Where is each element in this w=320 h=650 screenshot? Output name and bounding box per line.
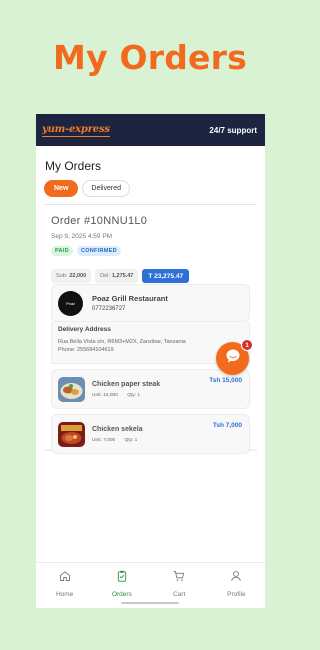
item-unit-price: Unit: 15,000 (92, 392, 118, 398)
order-item: Chicken paper steak Unit: 15,000 Qty: 1 … (51, 369, 250, 409)
home-indicator (121, 602, 179, 604)
subtotal-value: 22,000 (69, 273, 87, 279)
nav-profile-label: Profile (227, 591, 246, 598)
delivery-address-label: Delivery Address (58, 326, 111, 333)
item-price: Tsh 15,000 (209, 377, 242, 384)
restaurant-logo-text: Poaz (65, 300, 76, 306)
top-bar: yum-express 24/7 support (36, 114, 265, 146)
home-icon (59, 569, 71, 587)
support-link[interactable]: 24/7 support (209, 126, 257, 135)
grand-total-chip: T 23,275.47 (142, 269, 190, 283)
nav-home-label: Home (55, 591, 74, 598)
item-quantity: Qty: 1 (124, 437, 138, 443)
delivery-fee-label: Del: (100, 273, 110, 279)
clipboard-icon (116, 569, 128, 587)
order-status-tabs: New Delivered (44, 180, 265, 197)
order-totals: Sub: 22,000 Del: 1,275.47 T 23,275.47 (51, 269, 250, 283)
paid-badge: PAID (51, 246, 73, 256)
order-item: Chicken sekela Unit: 7,000 Qty: 1 Tsh 7,… (51, 414, 250, 454)
nav-home[interactable]: Home (36, 563, 93, 608)
chat-button[interactable]: 1 (216, 339, 253, 375)
app-logo[interactable]: yum-express (42, 124, 110, 137)
cart-icon (173, 569, 185, 587)
order-date: Sep 9, 2025 4:59 PM (51, 233, 113, 240)
restaurant-logo: Poaz (58, 290, 83, 316)
divider (44, 204, 257, 205)
promo-title: My Orders (53, 38, 247, 77)
nav-profile[interactable]: Profile (208, 563, 265, 608)
nav-orders-label: Orders (111, 591, 132, 598)
order-badges: PAID CONFIRMED (51, 246, 250, 256)
confirmed-badge: CONFIRMED (76, 246, 121, 256)
nav-cart-label: Cart (172, 591, 186, 598)
restaurant-name: Poaz Grill Restaurant (92, 294, 168, 303)
user-icon (230, 569, 242, 587)
delivery-address-text: Rua Bella Vista s/n, R6M3+M2X, Zanzibar,… (58, 339, 186, 345)
restaurant-phone: 0772236727 (92, 306, 126, 312)
item-quantity: Qty: 1 (127, 392, 141, 398)
restaurant-info: Poaz Poaz Grill Restaurant 0772236727 (51, 284, 250, 322)
chat-icon (224, 347, 242, 370)
tab-delivered[interactable]: Delivered (82, 180, 130, 197)
food-image (58, 376, 85, 402)
order-card[interactable]: Order #10NNU1L0 Sep 9, 2025 4:59 PM PAID… (44, 207, 257, 454)
order-number: Order #10NNU1L0 (51, 215, 148, 227)
subtotal-chip: Sub: 22,000 (51, 269, 92, 283)
tab-new[interactable]: New (44, 180, 79, 197)
food-image (58, 421, 85, 447)
item-unit-price: Unit: 7,000 (92, 437, 116, 443)
chat-notification-badge: 1 (241, 339, 253, 351)
subtotal-label: Sub: (56, 273, 68, 279)
app-screen: yum-express 24/7 support My Orders New D… (36, 114, 265, 608)
delivery-fee-chip: Del: 1,275.47 (95, 269, 139, 283)
page-title: My Orders (45, 159, 102, 173)
delivery-phone: Phone: 255684104619 (58, 347, 114, 353)
delivery-fee-value: 1,275.47 (111, 273, 134, 279)
item-price: Tsh 7,000 (212, 422, 242, 429)
